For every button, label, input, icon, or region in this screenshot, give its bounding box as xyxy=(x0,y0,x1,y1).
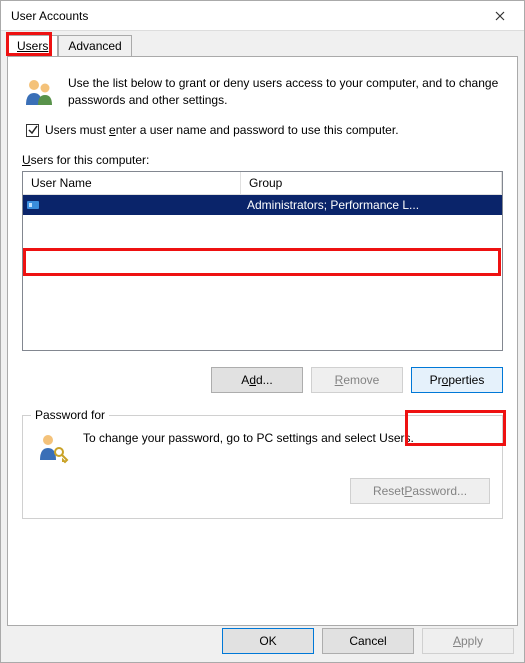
key-user-icon xyxy=(35,430,69,464)
ok-button[interactable]: OK xyxy=(222,628,314,654)
intro-text: Use the list below to grant or deny user… xyxy=(68,75,503,109)
cell-username xyxy=(41,202,241,208)
properties-button[interactable]: Properties xyxy=(411,367,503,393)
tab-advanced[interactable]: Advanced xyxy=(58,35,131,57)
table-row[interactable]: Administrators; Performance L... xyxy=(23,195,502,215)
tab-strip: Users Advanced xyxy=(1,32,524,56)
users-listview[interactable]: User Name Group Administrators; Performa… xyxy=(22,171,503,351)
close-icon xyxy=(495,11,505,21)
require-password-label: Users must enter a user name and passwor… xyxy=(45,123,399,137)
list-header: User Name Group xyxy=(23,172,502,195)
users-icon xyxy=(22,75,56,109)
remove-button: Remove xyxy=(311,367,403,393)
password-groupbox: Password for To change your password, go… xyxy=(22,415,503,519)
password-legend: Password for xyxy=(31,408,109,422)
window-title: User Accounts xyxy=(11,9,478,23)
title-bar: User Accounts xyxy=(1,1,524,31)
close-button[interactable] xyxy=(478,2,522,30)
user-row-icon xyxy=(25,198,41,212)
tab-users[interactable]: Users xyxy=(7,35,58,57)
require-password-checkbox[interactable]: Users must enter a user name and passwor… xyxy=(26,123,503,137)
column-header-username[interactable]: User Name xyxy=(23,172,241,194)
tab-panel-users: Use the list below to grant or deny user… xyxy=(7,56,518,626)
apply-button: Apply xyxy=(422,628,514,654)
checkbox-icon xyxy=(26,124,39,137)
cell-group: Administrators; Performance L... xyxy=(241,195,502,215)
password-text: To change your password, go to PC settin… xyxy=(83,430,414,447)
user-accounts-dialog: User Accounts Users Advanced Use the lis… xyxy=(0,0,525,663)
add-button[interactable]: Add... xyxy=(211,367,303,393)
cancel-button[interactable]: Cancel xyxy=(322,628,414,654)
dialog-buttons: OK Cancel Apply xyxy=(222,628,514,654)
users-list-label: Users for this computer: xyxy=(22,153,503,167)
reset-password-button: Reset Password... xyxy=(350,478,490,504)
user-buttons-row: Add... Remove Properties xyxy=(22,367,503,393)
column-header-group[interactable]: Group xyxy=(241,172,502,194)
